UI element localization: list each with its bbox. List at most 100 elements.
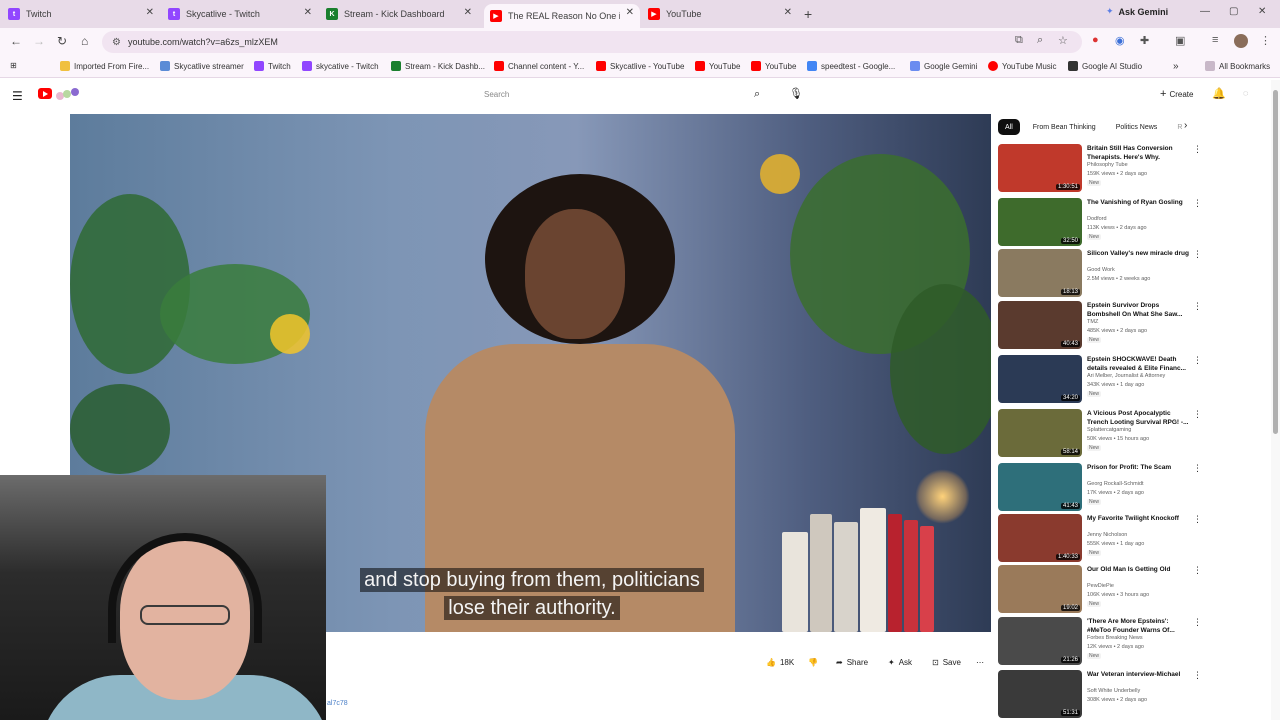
bookmark-item[interactable]: skycative - Twitch bbox=[302, 61, 379, 71]
side-panel-icon[interactable]: ▣ bbox=[1175, 34, 1185, 47]
channel-name[interactable]: Ari Melber, Journalist & Attorney bbox=[1087, 373, 1165, 379]
apps-grid-icon[interactable]: ⊞ bbox=[10, 61, 17, 70]
notifications-bell-icon[interactable]: 🔔 bbox=[1212, 87, 1226, 100]
video-thumbnail[interactable]: 40:43 bbox=[998, 301, 1082, 349]
bookmark-item[interactable]: Stream - Kick Dashb... bbox=[391, 61, 485, 71]
recommendation-item[interactable]: 18:13 Silicon Valley's new miracle drug Go… bbox=[998, 249, 1204, 299]
back-icon[interactable]: ← bbox=[10, 34, 22, 48]
share-button[interactable]: ➦ Share bbox=[836, 658, 868, 667]
video-thumbnail[interactable]: 21:26 bbox=[998, 617, 1082, 665]
channel-name[interactable]: Good Work bbox=[1087, 267, 1115, 273]
tab-skycatlive-twitch[interactable]: t Skycatlive - Twitch ✕ bbox=[168, 4, 318, 24]
url-field[interactable]: ⚙ youtube.com/watch?v=a6zs_mlzXEM bbox=[102, 31, 1082, 53]
extension-badge-icon[interactable]: ● bbox=[1092, 34, 1099, 46]
tab-current-video[interactable]: ▶ The REAL Reason No One is Sh ✕ bbox=[484, 4, 640, 28]
zoom-icon[interactable]: ⌕ bbox=[1037, 34, 1043, 47]
reading-list-icon[interactable]: ≡ bbox=[1212, 34, 1218, 46]
bookmark-item[interactable]: YouTube Music bbox=[988, 61, 1057, 71]
recommendation-item[interactable]: 34:20 Epstein SHOCKWAVE! Death details re… bbox=[998, 355, 1204, 405]
video-title[interactable]: Silicon Valley's new miracle drug bbox=[1087, 249, 1189, 258]
all-bookmarks-button[interactable]: All Bookmarks bbox=[1205, 61, 1270, 71]
microphone-icon[interactable]: 🎙 bbox=[789, 87, 803, 100]
close-icon[interactable]: ✕ bbox=[784, 7, 792, 18]
channel-name[interactable]: Jenny Nicholson bbox=[1087, 532, 1127, 538]
video-title[interactable]: Britain Still Has Conversion Therapists.… bbox=[1087, 144, 1189, 162]
video-title[interactable]: A Vicious Post Apocalyptic Trench Lootin… bbox=[1087, 409, 1189, 427]
tab-twitch[interactable]: t Twitch ✕ bbox=[8, 4, 160, 24]
channel-name[interactable]: Philosophy Tube bbox=[1087, 162, 1128, 168]
search-icon[interactable]: ⌕ bbox=[754, 88, 760, 101]
video-thumbnail[interactable]: 18:13 bbox=[998, 249, 1082, 297]
dislike-button[interactable]: 👎 bbox=[808, 658, 818, 667]
video-title[interactable]: Prison for Profit: The Scam bbox=[1087, 463, 1189, 472]
video-thumbnail[interactable]: 1:40:33 bbox=[998, 514, 1082, 562]
reload-icon[interactable]: ↻ bbox=[57, 34, 67, 48]
tab-kick-dashboard[interactable]: K Stream - Kick Dashboard ✕ bbox=[326, 4, 478, 24]
minimize-icon[interactable]: — bbox=[1200, 6, 1210, 17]
menu-icon[interactable]: ☰ bbox=[12, 89, 23, 103]
video-title[interactable]: Epstein Survivor Drops Bombshell On What… bbox=[1087, 301, 1189, 319]
browser-menu-icon[interactable]: ⋮ bbox=[1260, 34, 1271, 47]
save-button[interactable]: ⊡ Save bbox=[932, 658, 961, 667]
more-options-icon[interactable]: ⋮ bbox=[1193, 463, 1202, 474]
more-options-icon[interactable]: ⋮ bbox=[1193, 144, 1202, 155]
scrollbar-thumb[interactable] bbox=[1273, 90, 1278, 434]
chip-politics-news[interactable]: Politics News bbox=[1109, 119, 1165, 135]
youtube-logo[interactable] bbox=[38, 88, 52, 99]
close-icon[interactable]: ✕ bbox=[304, 7, 312, 18]
bookmark-item[interactable]: speedtest - Google... bbox=[807, 61, 895, 71]
video-thumbnail[interactable]: 51:31 bbox=[998, 670, 1082, 718]
bookmark-item[interactable]: Imported From Fire... bbox=[60, 61, 149, 71]
recommendation-item[interactable]: 21:26 'There Are More Epsteins': #MeToo F… bbox=[998, 617, 1204, 667]
chip-all[interactable]: All bbox=[998, 119, 1020, 135]
close-icon[interactable]: ✕ bbox=[146, 7, 154, 18]
search-input[interactable]: Search bbox=[478, 84, 772, 104]
more-options-icon[interactable]: ⋮ bbox=[1193, 514, 1202, 525]
close-icon[interactable]: ✕ bbox=[464, 7, 472, 18]
bookmark-item[interactable]: Google AI Studio bbox=[1068, 61, 1142, 71]
doodle-logo[interactable] bbox=[54, 86, 82, 102]
more-options-icon[interactable]: ⋮ bbox=[1193, 565, 1202, 576]
create-button[interactable]: + Create bbox=[1160, 88, 1193, 100]
recommendation-item[interactable]: 58:14 A Vicious Post Apocalyptic Trench L… bbox=[998, 409, 1204, 459]
profile-avatar[interactable] bbox=[1234, 34, 1248, 48]
bookmark-item[interactable]: YouTube bbox=[695, 61, 740, 71]
recommendation-item[interactable]: 1:40:33 My Favorite Twilight Knockoff Jenn… bbox=[998, 514, 1204, 564]
video-thumbnail[interactable]: 58:14 bbox=[998, 409, 1082, 457]
more-options-icon[interactable]: ⋮ bbox=[1193, 198, 1202, 209]
video-thumbnail[interactable]: 32:50 bbox=[998, 198, 1082, 246]
extensions-puzzle-icon[interactable]: ✚ bbox=[1140, 34, 1149, 47]
video-title[interactable]: The Vanishing of Ryan Gosling bbox=[1087, 198, 1189, 207]
video-thumbnail[interactable]: 34:20 bbox=[998, 355, 1082, 403]
chip-from-bean-thinking[interactable]: From Bean Thinking bbox=[1026, 119, 1103, 135]
channel-name[interactable]: Splattercatgaming bbox=[1087, 427, 1131, 433]
more-options-icon[interactable]: ⋮ bbox=[1193, 301, 1202, 312]
bookmark-item[interactable]: Skycatlive streamer bbox=[160, 61, 244, 71]
recommendation-item[interactable]: 51:31 War Veteran interview-Michael Soft W… bbox=[998, 670, 1204, 720]
ask-button[interactable]: ✦ Ask bbox=[888, 658, 912, 667]
more-options-icon[interactable]: ⋮ bbox=[1193, 409, 1202, 420]
ask-gemini-button[interactable]: ✦ Ask Gemini bbox=[1106, 6, 1168, 17]
more-options-icon[interactable]: ⋮ bbox=[1193, 355, 1202, 366]
description-link[interactable]: al7c78 bbox=[327, 700, 348, 707]
close-window-icon[interactable]: ✕ bbox=[1258, 6, 1266, 17]
video-title[interactable]: My Favorite Twilight Knockoff bbox=[1087, 514, 1189, 523]
more-actions-icon[interactable]: ⋯ bbox=[976, 658, 984, 667]
video-thumbnail[interactable]: 41:43 bbox=[998, 463, 1082, 511]
bookmark-item[interactable]: Google Gemini bbox=[910, 61, 977, 71]
recommendation-item[interactable]: 40:43 Epstein Survivor Drops Bombshell On… bbox=[998, 301, 1204, 351]
video-title[interactable]: Our Old Man Is Getting Old bbox=[1087, 565, 1189, 574]
new-tab-button[interactable]: + bbox=[804, 6, 812, 22]
recommendation-item[interactable]: 19:02 Our Old Man Is Getting Old PewDiePie… bbox=[998, 565, 1204, 615]
recommendation-item[interactable]: 32:50 The Vanishing of Ryan Gosling Dodfor… bbox=[998, 198, 1204, 248]
more-bookmarks-icon[interactable]: » bbox=[1173, 61, 1179, 72]
like-button[interactable]: 👍 18K bbox=[766, 658, 794, 667]
bookmark-star-icon[interactable]: ☆ bbox=[1058, 34, 1068, 47]
bookmark-item[interactable]: Skycatlive - YouTube bbox=[596, 61, 684, 71]
bookmark-item[interactable]: Twitch bbox=[254, 61, 291, 71]
video-thumbnail[interactable]: 19:02 bbox=[998, 565, 1082, 613]
install-icon[interactable]: ⧉ bbox=[1015, 34, 1023, 47]
extension-icon[interactable]: ◉ bbox=[1115, 34, 1125, 47]
video-title[interactable]: 'There Are More Epsteins': #MeToo Founde… bbox=[1087, 617, 1189, 635]
bookmark-item[interactable]: Channel content - Y... bbox=[494, 61, 584, 71]
